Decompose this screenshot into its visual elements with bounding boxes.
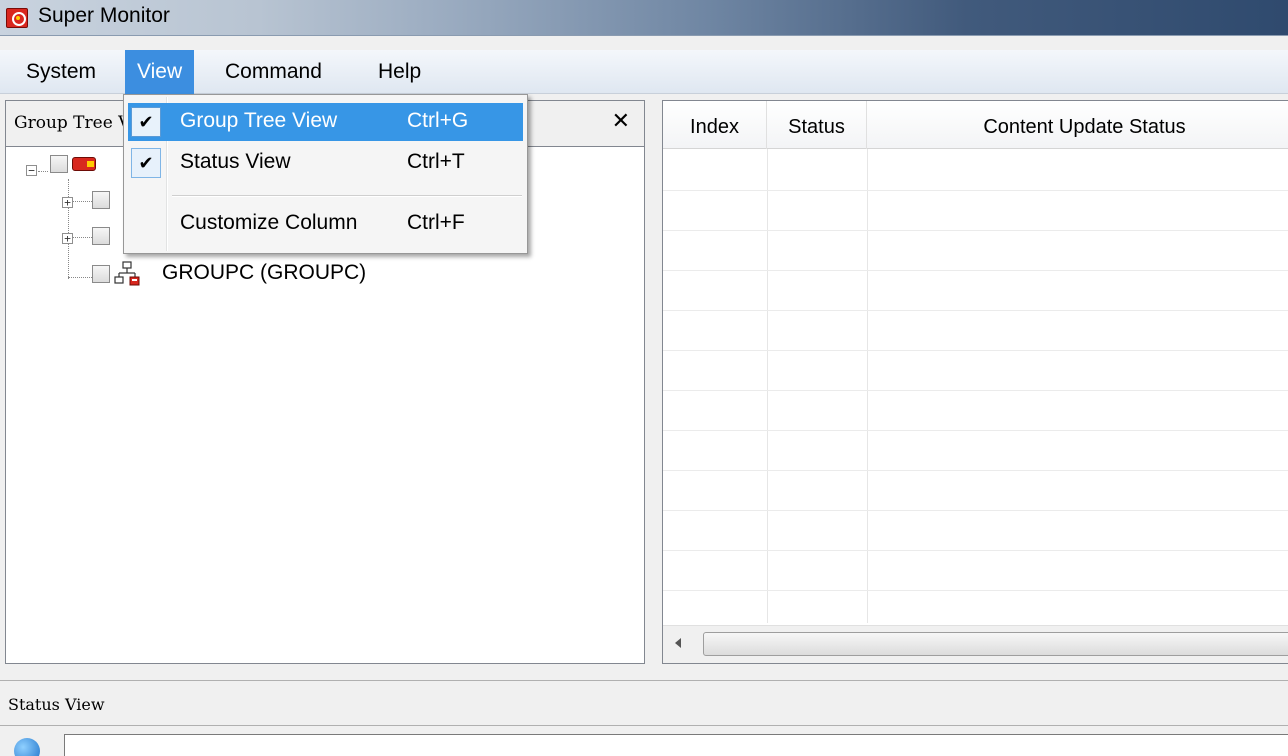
menu-separator — [172, 195, 522, 197]
expand-icon[interactable]: + — [62, 197, 73, 208]
grid-row-line — [663, 390, 1288, 391]
root-node-checkbox[interactable] — [50, 155, 68, 173]
check-icon: ✔ — [131, 107, 161, 137]
menu-view[interactable]: View — [125, 50, 195, 94]
title-bar: Super Monitor — [0, 0, 1288, 36]
scroll-left-icon[interactable] — [675, 638, 681, 648]
network-group-icon — [114, 261, 140, 286]
grid-row-line — [663, 550, 1288, 551]
menu-item-group-tree-view[interactable]: ✔ Group Tree View Ctrl+G — [128, 103, 523, 141]
group-b-checkbox[interactable] — [92, 227, 110, 245]
group-c-checkbox[interactable] — [92, 265, 110, 283]
view-menu-dropdown: ✔ Group Tree View Ctrl+G ✔ Status View C… — [123, 94, 528, 254]
menu-item-shortcut: Ctrl+T — [407, 150, 465, 173]
grid-header: Index Status Content Update Status — [663, 101, 1288, 149]
grid-row-line — [663, 350, 1288, 351]
expand-icon[interactable]: + — [62, 233, 73, 244]
grid-divider — [867, 149, 868, 623]
status-message-field[interactable] — [64, 734, 1288, 756]
check-icon: ✔ — [131, 148, 161, 178]
info-icon — [14, 738, 40, 756]
tree-connector — [38, 171, 48, 172]
column-header-content-update-status[interactable]: Content Update Status — [867, 101, 1288, 149]
close-icon[interactable]: ✕ — [612, 109, 630, 134]
menu-item-label: Customize Column — [180, 211, 358, 234]
status-bar — [0, 726, 1288, 756]
status-grid-panel: Index Status Content Update Status — [662, 100, 1288, 664]
grid-row-line — [663, 190, 1288, 191]
monitor-root-icon — [72, 157, 96, 171]
menu-bar: System View Command Help — [0, 50, 1288, 94]
app-icon[interactable] — [6, 8, 28, 28]
tree-connector — [68, 277, 94, 278]
menu-item-label: Group Tree View — [180, 109, 338, 132]
status-view-title: Status View — [8, 695, 105, 714]
menu-item-status-view[interactable]: ✔ Status View Ctrl+T — [128, 144, 523, 182]
grid-row-line — [663, 230, 1288, 231]
tree-connector — [68, 179, 69, 279]
grid-row-line — [663, 430, 1288, 431]
grid-row-line — [663, 510, 1288, 511]
menu-item-shortcut: Ctrl+F — [407, 211, 465, 234]
grid-row-line — [663, 470, 1288, 471]
grid-row-line — [663, 310, 1288, 311]
grid-row-line — [663, 590, 1288, 591]
grid-divider — [767, 149, 768, 623]
scroll-thumb[interactable] — [703, 632, 1288, 656]
horizontal-scrollbar[interactable] — [663, 625, 1288, 663]
status-view-header: Status View — [0, 680, 1288, 726]
menu-item-label: Status View — [180, 150, 291, 173]
menu-item-shortcut: Ctrl+G — [407, 109, 469, 132]
column-header-status[interactable]: Status — [767, 101, 867, 149]
window-title: Super Monitor — [38, 4, 170, 27]
grid-row-line — [663, 270, 1288, 271]
menu-system[interactable]: System — [14, 50, 108, 94]
column-header-index[interactable]: Index — [663, 101, 767, 149]
tree-node-label[interactable]: GROUPC (GROUPC) — [162, 261, 366, 285]
menu-help[interactable]: Help — [366, 50, 433, 94]
menu-command[interactable]: Command — [213, 50, 334, 94]
collapse-icon[interactable]: − — [26, 165, 37, 176]
group-a-checkbox[interactable] — [92, 191, 110, 209]
menu-item-customize-column[interactable]: Customize Column Ctrl+F — [128, 205, 523, 243]
